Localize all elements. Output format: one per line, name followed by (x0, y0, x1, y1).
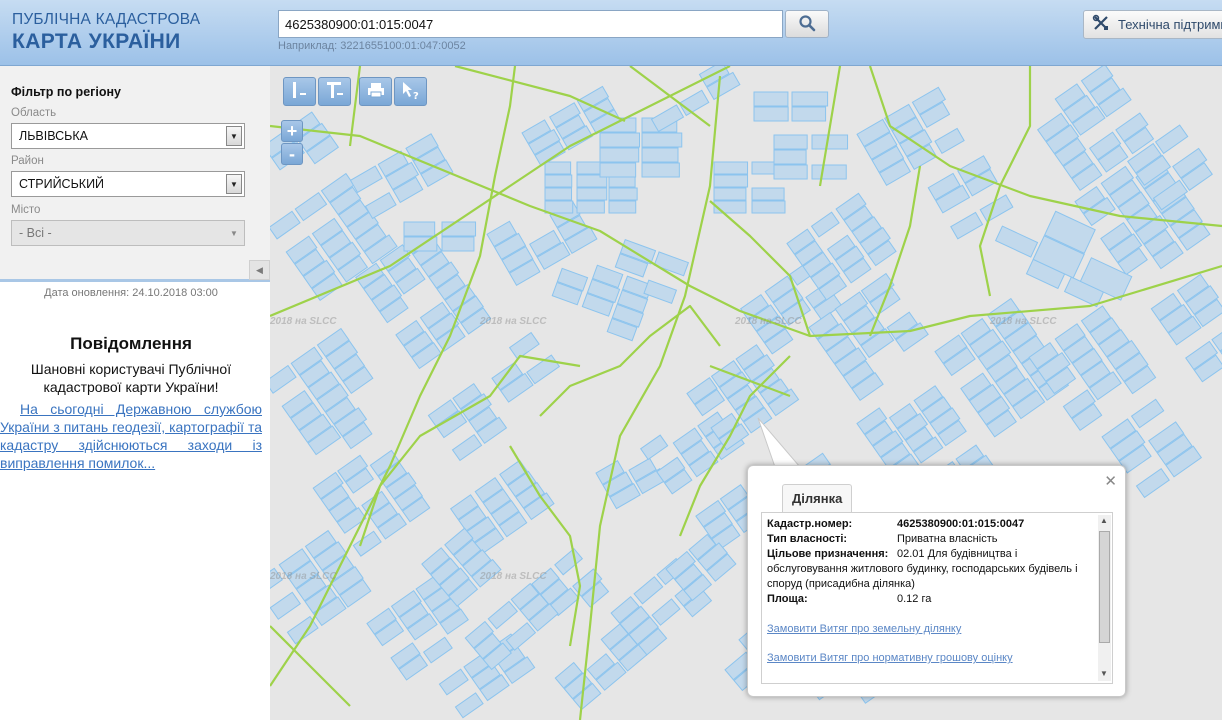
boundary-line (709, 364, 791, 398)
search-button[interactable] (785, 10, 829, 38)
logo-line2: КАРТА УКРАЇНИ (12, 29, 181, 53)
message-text: Шановні користувачі Публічної кадастрово… (30, 361, 232, 395)
parcel-info-body: Кадастр.номер: 4625380900:01:015:0047 Ти… (761, 512, 1113, 684)
boundary-line (818, 66, 842, 187)
boundary-line (868, 66, 1222, 228)
header: ПУБЛІЧНА КАДАСТРОВА КАРТА УКРАЇНИ Наприк… (0, 0, 1222, 66)
map-watermark: 2018 на SLCC (480, 571, 547, 582)
measure-area-button[interactable] (318, 77, 351, 106)
boundary-line (539, 304, 721, 417)
popup-pointer (757, 417, 803, 470)
sidebar: Фільтр по регіону Область ЛЬВІВСЬКА ▼ Ра… (0, 66, 270, 720)
map-watermark: 2018 на SLCC (480, 316, 547, 327)
purpose-value-line3: споруд (присадибна ділянка) (767, 578, 915, 590)
region-filter-panel: Фільтр по регіону Область ЛЬВІВСЬКА ▼ Ра… (0, 66, 270, 282)
measure-length-button[interactable] (283, 77, 316, 106)
map-toolbar: ? (283, 77, 429, 106)
raion-label: Район (11, 155, 44, 167)
misto-select: - Всі - ▼ (11, 220, 245, 246)
logo-line1: ПУБЛІЧНА КАДАСТРОВА (12, 11, 201, 28)
area-label: Площа: (767, 593, 808, 605)
support-label: Технічна підтримка (1118, 17, 1222, 32)
collapse-sidebar-button[interactable]: ◀ (249, 260, 270, 280)
site-logo[interactable]: ПУБЛІЧНА КАДАСТРОВА КАРТА УКРАЇНИ (12, 12, 200, 52)
map-watermark: 2018 на SLCC (990, 316, 1057, 327)
search-bar (278, 10, 829, 38)
area-value: 0.12 га (897, 593, 932, 605)
boundary-line (270, 625, 351, 707)
ownership-value: Приватна власність (897, 533, 998, 545)
dropdown-arrow-icon: ▼ (226, 126, 242, 146)
update-date: Дата оновлення: 24.10.2018 03:00 (44, 287, 218, 299)
cadastr-label: Кадастр.номер: (767, 518, 853, 530)
misto-label: Місто (11, 204, 41, 216)
technical-support-button[interactable]: Технічна підтримка (1083, 10, 1222, 39)
boundary-line (358, 354, 581, 547)
cadastral-search-input[interactable] (278, 10, 783, 38)
print-button[interactable] (359, 77, 392, 106)
dropdown-arrow-icon: ▼ (226, 223, 242, 243)
order-extract-link[interactable]: Замовити Витяг про земельну ділянку (767, 623, 961, 635)
boundary-line (629, 66, 711, 127)
scroll-thumb[interactable] (1099, 531, 1110, 643)
raion-value: СТРИЙСЬКИЙ (19, 177, 105, 191)
filter-title: Фільтр по регіону (11, 85, 121, 99)
boundary-line (578, 75, 722, 720)
popup-scrollbar[interactable]: ▲ ▼ (1098, 515, 1111, 681)
tools-icon (1092, 14, 1118, 35)
raion-select[interactable]: СТРИЙСЬКИЙ ▼ (11, 171, 245, 197)
map-watermark: 2018 на SLCC (270, 316, 337, 327)
close-icon[interactable]: ✕ (1104, 472, 1117, 490)
order-valuation-link[interactable]: Замовити Витяг про нормативну грошову оц… (767, 652, 1013, 664)
ownership-label: Тип власності: (767, 533, 848, 545)
boundary-line (509, 445, 582, 647)
map-watermark: 2018 на SLCC (735, 316, 802, 327)
misto-value: - Всі - (19, 226, 52, 240)
purpose-label: Цільове призначення: (767, 548, 889, 560)
search-icon (798, 14, 816, 35)
boundary-line (270, 66, 517, 687)
message-link[interactable]: На сьогодні Державною службою України з … (0, 400, 262, 472)
boundary-line (454, 66, 626, 123)
purpose-value-line2: обслуговування житлового будинку, господ… (767, 563, 1078, 575)
oblast-select[interactable]: ЛЬВІВСЬКА ▼ (11, 123, 245, 149)
map-watermark: 2018 на SLCC (270, 571, 337, 582)
scroll-up-icon: ▲ (1100, 516, 1108, 525)
scroll-down-icon: ▼ (1100, 669, 1108, 678)
message-title: Повідомлення (70, 334, 192, 353)
purpose-value-line1: 02.01 Для будівництва і (897, 548, 1018, 560)
boundary-line (868, 165, 922, 337)
area-icon (325, 80, 345, 103)
chevron-left-icon: ◀ (256, 264, 263, 275)
boundary-line (270, 124, 1222, 338)
oblast-label: Область (11, 107, 57, 119)
dropdown-arrow-icon: ▼ (226, 174, 242, 194)
printer-icon (367, 81, 385, 102)
pointer-question-icon: ? (401, 80, 421, 103)
zoom-in-button[interactable]: + (281, 120, 303, 142)
oblast-value: ЛЬВІВСЬКА (19, 129, 88, 143)
zoom-out-button[interactable]: - (281, 143, 303, 165)
identify-button[interactable]: ? (394, 77, 427, 106)
search-example-hint: Наприклад: 3221655100:01:047:0052 (278, 40, 466, 52)
svg-text:?: ? (413, 91, 419, 100)
tab-parcel[interactable]: Ділянка (782, 484, 853, 512)
parcel-info-popup: ✕ Ділянка Кадастр.номер: 4625380900:01:0… (747, 465, 1126, 697)
ruler-icon (290, 80, 310, 103)
cadastr-value: 4625380900:01:015:0047 (897, 518, 1025, 530)
